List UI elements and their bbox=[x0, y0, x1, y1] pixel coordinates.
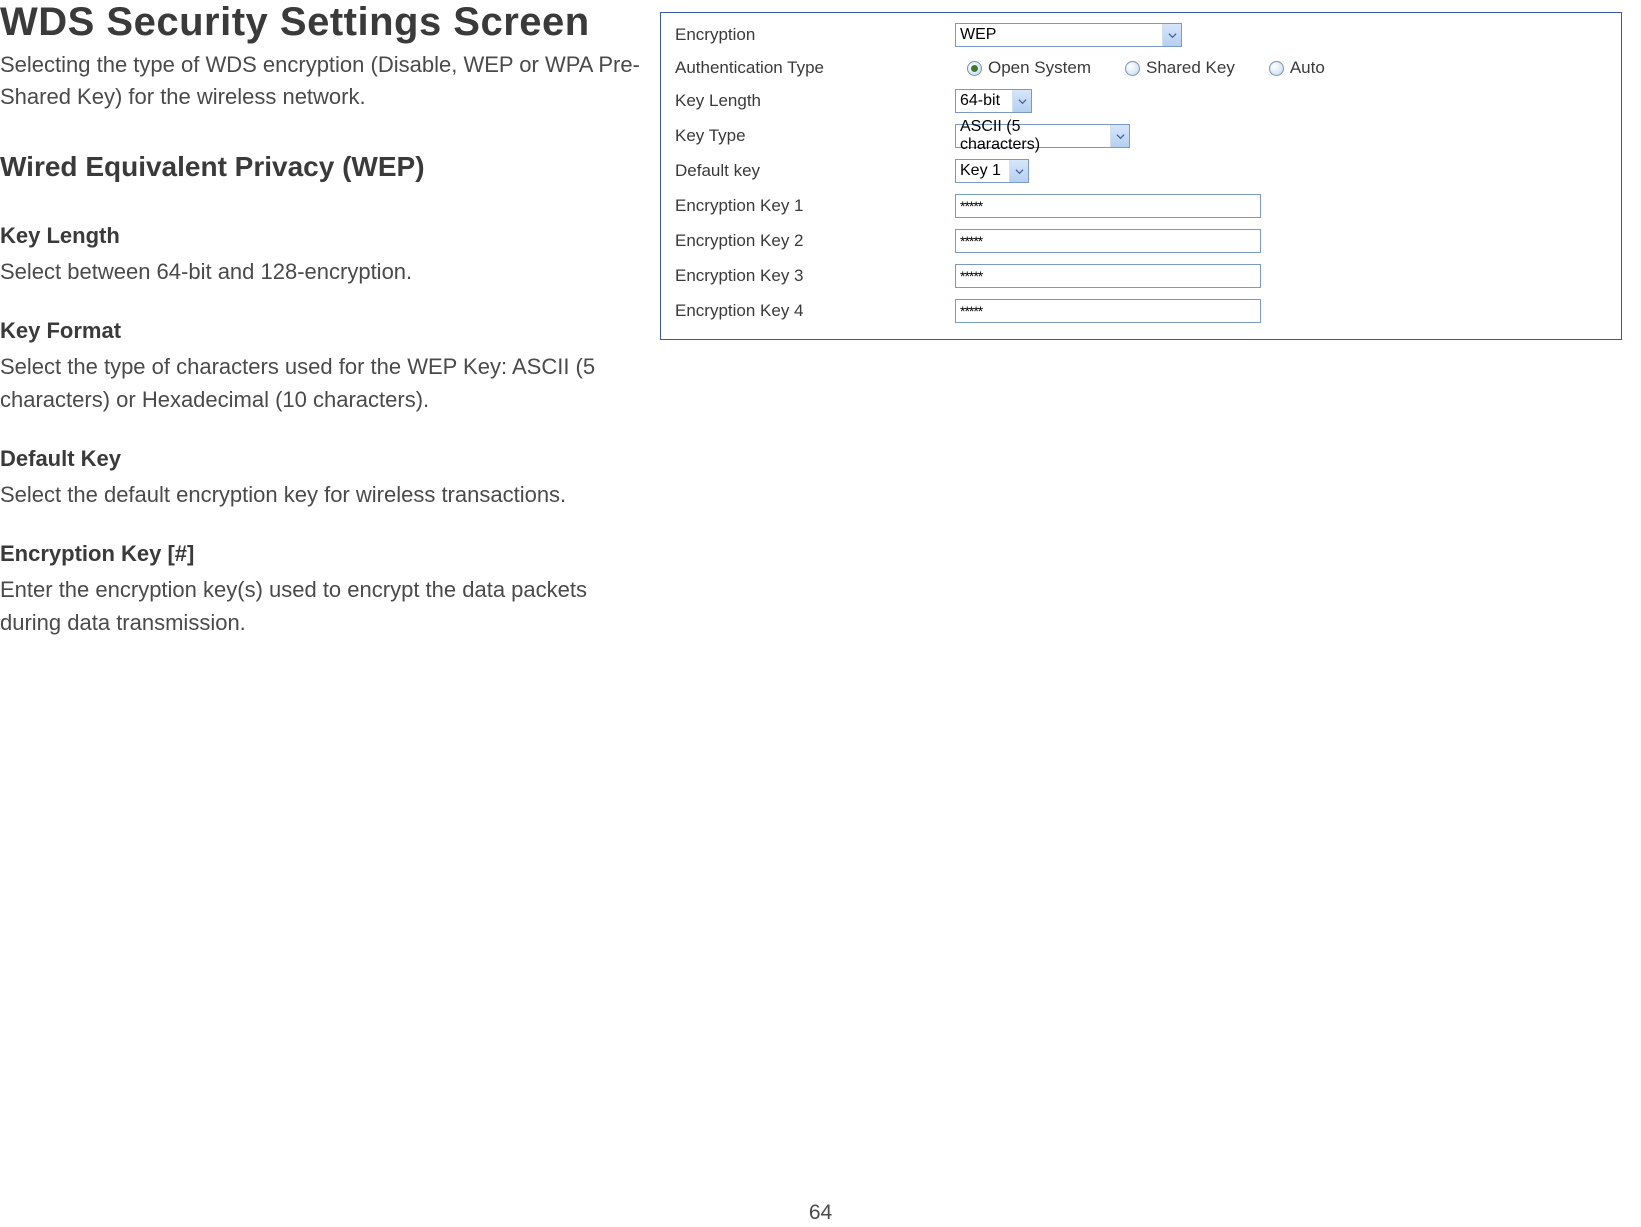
page-number: 64 bbox=[0, 1201, 1641, 1225]
key-type-label: Key Type bbox=[675, 126, 955, 146]
radio-icon bbox=[967, 61, 982, 76]
key-length-label: Key Length bbox=[675, 91, 955, 111]
field-desc-key-format: Select the type of characters used for t… bbox=[0, 350, 640, 416]
enc-key-2-label: Encryption Key 2 bbox=[675, 231, 955, 251]
radio-icon bbox=[1269, 61, 1284, 76]
auth-shared-key-label: Shared Key bbox=[1146, 58, 1235, 78]
chevron-down-icon bbox=[1162, 24, 1181, 46]
field-desc-default-key: Select the default encryption key for wi… bbox=[0, 478, 640, 511]
enc-key-1-input[interactable] bbox=[955, 194, 1261, 218]
auth-shared-key-radio[interactable]: Shared Key bbox=[1125, 58, 1235, 78]
auth-auto-radio[interactable]: Auto bbox=[1269, 58, 1325, 78]
enc-key-4-input[interactable] bbox=[955, 299, 1261, 323]
enc-key-4-label: Encryption Key 4 bbox=[675, 301, 955, 321]
enc-key-3-input[interactable] bbox=[955, 264, 1261, 288]
default-key-select-value: Key 1 bbox=[960, 162, 1003, 180]
default-key-label: Default key bbox=[675, 161, 955, 181]
chevron-down-icon bbox=[1009, 160, 1028, 182]
field-title-key-length: Key Length bbox=[0, 223, 640, 249]
key-length-select[interactable]: 64-bit bbox=[955, 89, 1032, 113]
encryption-label: Encryption bbox=[675, 25, 955, 45]
section-heading-wep: Wired Equivalent Privacy (WEP) bbox=[0, 151, 640, 183]
enc-key-3-label: Encryption Key 3 bbox=[675, 266, 955, 286]
key-length-select-value: 64-bit bbox=[960, 92, 1006, 110]
encryption-select-value: WEP bbox=[960, 26, 1156, 44]
auth-auto-label: Auto bbox=[1290, 58, 1325, 78]
field-desc-encryption-key: Enter the encryption key(s) used to encr… bbox=[0, 573, 640, 639]
default-key-select[interactable]: Key 1 bbox=[955, 159, 1029, 183]
auth-open-system-radio[interactable]: Open System bbox=[967, 58, 1091, 78]
field-title-key-format: Key Format bbox=[0, 318, 640, 344]
page-intro: Selecting the type of WDS encryption (Di… bbox=[0, 49, 640, 113]
auth-open-system-label: Open System bbox=[988, 58, 1091, 78]
radio-icon bbox=[1125, 61, 1140, 76]
settings-panel: Encryption WEP Authentication Type Open … bbox=[660, 12, 1622, 340]
encryption-select[interactable]: WEP bbox=[955, 23, 1182, 47]
field-title-default-key: Default Key bbox=[0, 446, 640, 472]
key-type-select-value: ASCII (5 characters) bbox=[960, 118, 1104, 154]
field-desc-key-length: Select between 64-bit and 128-encryption… bbox=[0, 255, 640, 288]
key-type-select[interactable]: ASCII (5 characters) bbox=[955, 124, 1130, 148]
enc-key-2-input[interactable] bbox=[955, 229, 1261, 253]
auth-type-label: Authentication Type bbox=[675, 58, 955, 78]
chevron-down-icon bbox=[1012, 90, 1031, 112]
enc-key-1-label: Encryption Key 1 bbox=[675, 196, 955, 216]
chevron-down-icon bbox=[1110, 125, 1129, 147]
field-title-encryption-key: Encryption Key [#] bbox=[0, 541, 640, 567]
page-title: WDS Security Settings Screen bbox=[0, 0, 640, 45]
